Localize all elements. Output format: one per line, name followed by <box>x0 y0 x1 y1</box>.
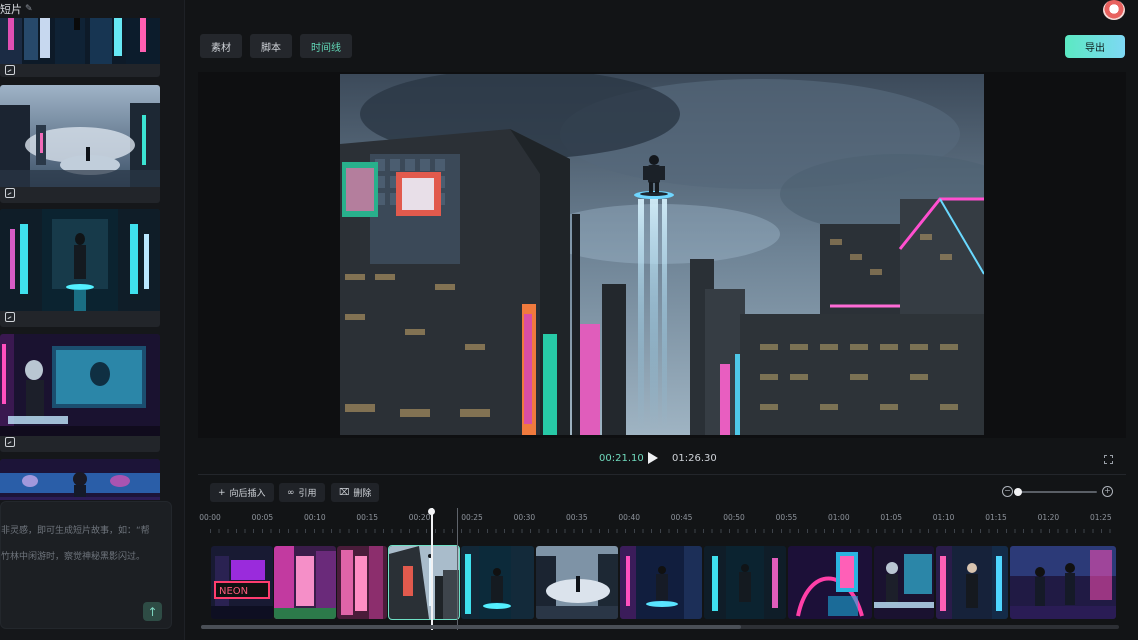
send-button[interactable]: ↑ <box>143 602 162 621</box>
clip-strip[interactable]: NEON <box>211 545 1116 620</box>
clip[interactable] <box>936 546 1008 619</box>
cut-marker <box>457 508 458 630</box>
ruler-tick-label: 00:15 <box>356 513 378 522</box>
link-icon: ∞ <box>287 487 295 498</box>
ruler-tick-label: 01:05 <box>880 513 902 522</box>
timeline-scrollbar-thumb[interactable] <box>201 625 741 629</box>
clip[interactable] <box>274 546 336 619</box>
ruler-tick-label: 01:25 <box>1089 513 1112 522</box>
shot-card[interactable] <box>0 85 160 203</box>
shot-thumbnail <box>0 85 160 187</box>
ruler-tick-label: 00:25 <box>461 513 483 522</box>
ruler-tick-label: 00:55 <box>775 513 798 522</box>
zoom-slider-handle[interactable] <box>1014 488 1022 496</box>
zoom-in-icon[interactable]: + <box>1102 486 1113 497</box>
clip[interactable] <box>461 546 534 619</box>
project-title-text: 短片 <box>0 3 22 16</box>
insert-after-button[interactable]: + 向后插入 <box>210 483 274 502</box>
arrow-up-icon: ↑ <box>147 604 158 619</box>
plus-icon: + <box>218 487 226 498</box>
delete-button[interactable]: ⌧ 删除 <box>331 483 380 502</box>
insert-after-label: 向后插入 <box>229 489 266 499</box>
shot-thumbnail <box>0 334 160 436</box>
tab-materials[interactable]: 素材 <box>200 34 242 58</box>
image-icon <box>5 188 15 198</box>
reference-button[interactable]: ∞ 引用 <box>279 483 325 502</box>
ruler-tick-label: 00:45 <box>670 513 693 522</box>
image-icon <box>5 437 15 447</box>
export-button[interactable]: 导出 <box>1065 35 1125 58</box>
clip[interactable] <box>1010 546 1116 619</box>
ruler-tick-label: 00:35 <box>565 513 588 522</box>
ruler-ticks <box>210 529 1114 533</box>
clip-selected[interactable] <box>388 545 460 620</box>
tab-script[interactable]: 脚本 <box>250 34 292 58</box>
prompt-input[interactable]: 非灵感，即可生成短片故事，如：“帮 竹林中闲游时，察觉神秘黑影闪过。 ↑ <box>0 501 172 629</box>
clip[interactable] <box>874 546 934 619</box>
play-icon[interactable] <box>648 452 658 464</box>
shot-thumbnail <box>0 18 160 64</box>
divider <box>198 474 1126 475</box>
current-time: 00:21.10 <box>599 453 644 464</box>
ruler-tick-label: 01:00 <box>827 513 850 522</box>
ruler-tick-label: 00:00 <box>199 513 221 522</box>
shot-card[interactable] <box>0 209 160 327</box>
trash-icon: ⌧ <box>339 487 350 498</box>
ruler-tick-label: 01:15 <box>985 513 1007 522</box>
shot-thumbnail <box>0 459 160 500</box>
image-icon <box>5 65 15 75</box>
ruler-tick-label: 01:20 <box>1037 513 1060 522</box>
video-player <box>198 72 1126 438</box>
zoom-slider[interactable] <box>1018 491 1097 493</box>
left-panel: 短片 ✎ 非灵感，即可生成短片故事，如：“帮 竹林中闲游时，察觉神秘黑影闪过。 … <box>0 0 185 640</box>
project-title[interactable]: 短片 ✎ <box>0 0 33 18</box>
delete-label: 删除 <box>353 489 372 499</box>
shot-card[interactable] <box>0 459 160 500</box>
clip[interactable]: NEON <box>211 546 273 619</box>
shot-card[interactable] <box>0 334 160 452</box>
timeline-ruler[interactable]: 00:00 00:05 00:10 00:15 00:20 00:25 00:30 00:35… <box>198 510 1126 534</box>
shot-thumbnail <box>0 209 160 311</box>
ruler-tick-label: 00:10 <box>303 513 326 522</box>
shot-card[interactable] <box>0 18 160 77</box>
reference-label: 引用 <box>298 489 317 499</box>
clip[interactable] <box>620 546 702 619</box>
clip[interactable] <box>337 546 387 619</box>
playhead-handle[interactable] <box>428 508 435 515</box>
clip[interactable] <box>704 546 786 619</box>
ruler-tick-label: 01:10 <box>932 513 955 522</box>
ruler-tick-label: 00:30 <box>513 513 536 522</box>
zoom-out-icon[interactable]: − <box>1002 486 1013 497</box>
preview-frame[interactable] <box>340 74 984 435</box>
shot-list[interactable] <box>0 18 185 500</box>
avatar-icon[interactable] <box>1103 0 1125 20</box>
fullscreen-icon[interactable] <box>1104 455 1113 464</box>
ruler-tick-label: 00:40 <box>618 513 640 522</box>
playhead[interactable] <box>431 508 433 630</box>
pencil-icon[interactable]: ✎ <box>25 4 33 14</box>
ruler-tick-label: 00:20 <box>408 513 431 522</box>
clip-neon-sign: NEON <box>219 586 248 597</box>
image-icon <box>5 312 15 322</box>
clip[interactable] <box>788 546 872 619</box>
total-time: 01:26.30 <box>672 453 717 464</box>
playback-controls: 00:21.10 01:26.30 <box>198 447 1126 471</box>
ruler-tick-label: 00:05 <box>251 513 274 522</box>
prompt-text[interactable]: 非灵感，即可生成短片故事，如：“帮 竹林中闲游时，察觉神秘黑影闪过。 <box>1 518 169 570</box>
ruler-tick-label: 00:50 <box>723 513 745 522</box>
clip[interactable] <box>536 546 618 619</box>
tab-timeline[interactable]: 时间线 <box>300 34 352 58</box>
